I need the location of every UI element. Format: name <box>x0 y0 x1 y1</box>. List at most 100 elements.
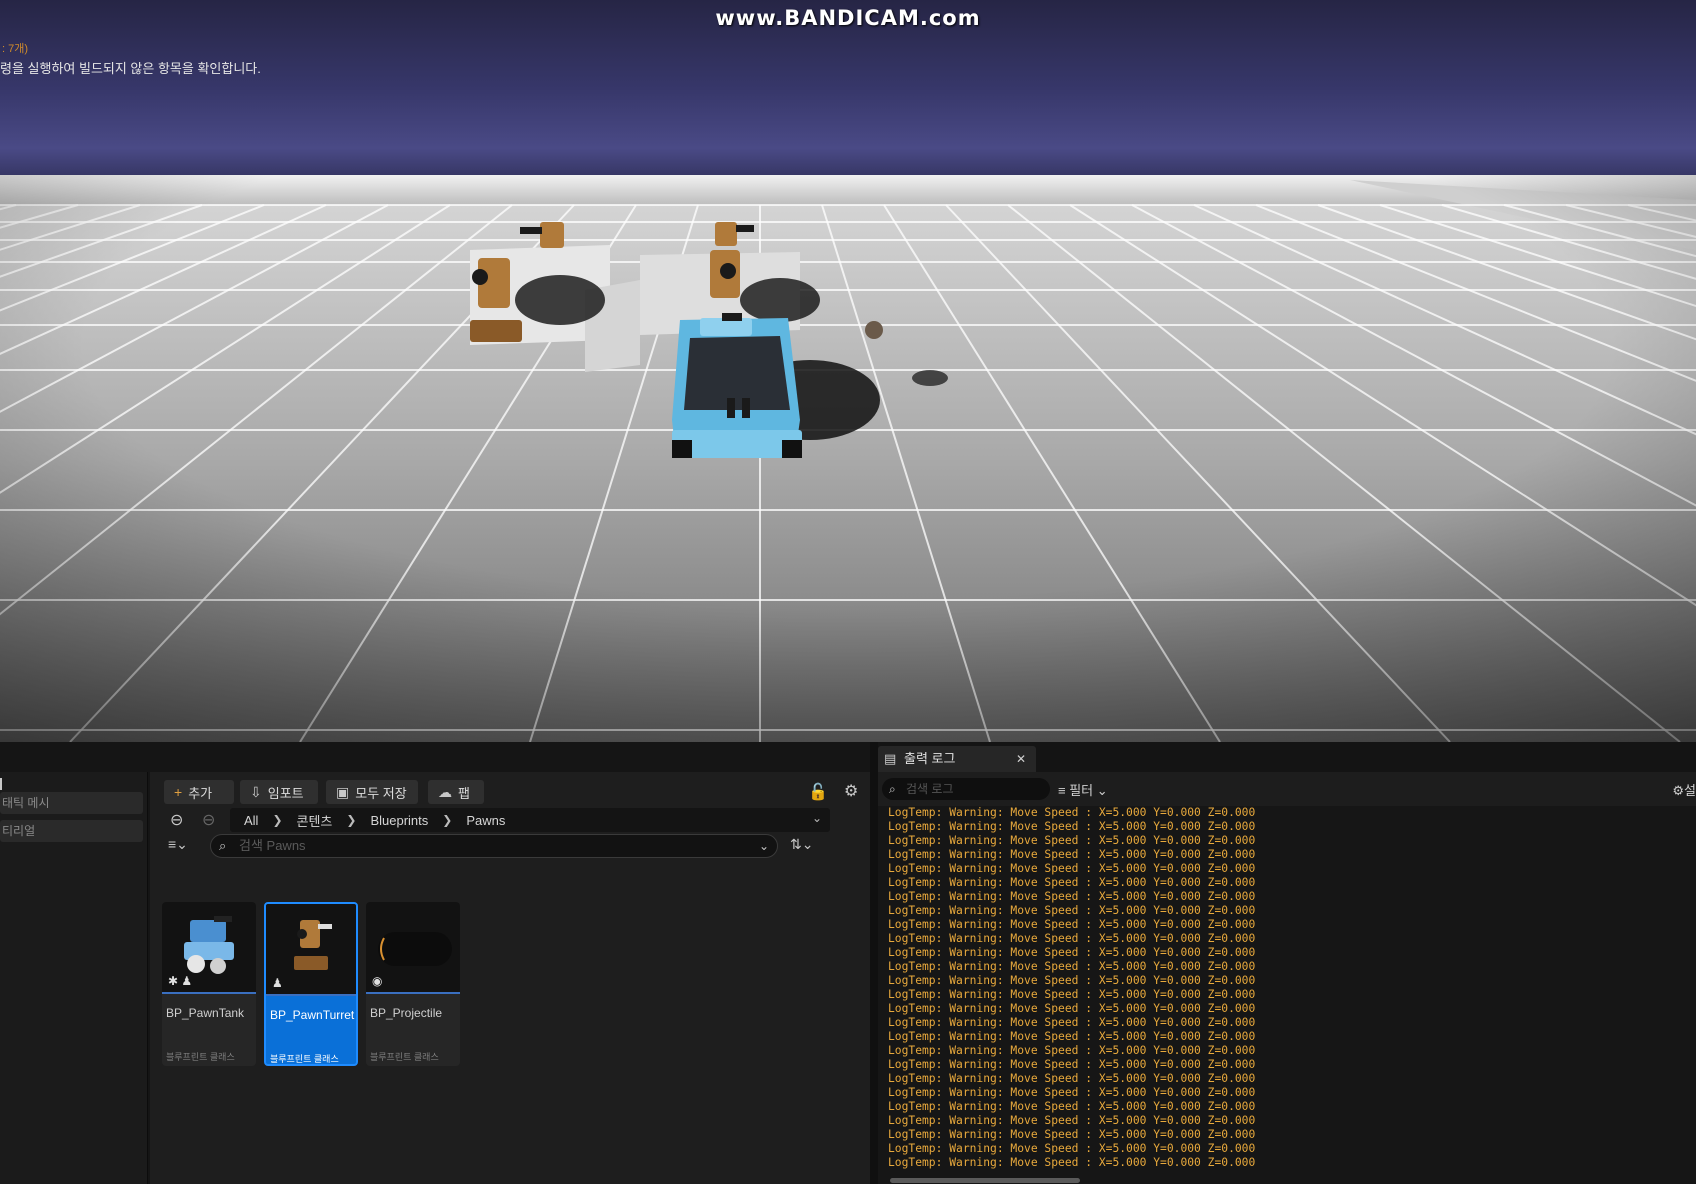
search-icon: ⌕ <box>889 782 896 796</box>
asset-thumbnail: ♟ <box>266 904 356 996</box>
search-icon: ⌕ <box>219 838 227 853</box>
log-line: LogTemp: Warning: Move Speed : X=5.000 Y… <box>888 834 1256 847</box>
chevron-right-icon: ❯ <box>442 813 453 827</box>
log-line: LogTemp: Warning: Move Speed : X=5.000 Y… <box>888 1114 1256 1127</box>
forward-icon[interactable]: ⊖ <box>202 810 215 830</box>
add-button-label: 추가 <box>188 785 213 801</box>
content-browser: + 추가 ⇩ 임포트 ▣ 모두 저장 ☁ 팹 🔓 ⚙ ⊖ ⊖ All ❯ 콘텐츠… <box>150 772 870 1184</box>
log-line: LogTemp: Warning: Move Speed : X=5.000 Y… <box>888 988 1256 1001</box>
log-line: LogTemp: Warning: Move Speed : X=5.000 Y… <box>888 862 1256 875</box>
log-line: LogTemp: Warning: Move Speed : X=5.000 Y… <box>888 1156 1256 1169</box>
bandicam-watermark: www.BANDICAM.com <box>715 6 981 30</box>
panel-splitter[interactable] <box>870 742 878 1184</box>
log-lines: LogTemp: Warning: Move Speed : X=5.000 Y… <box>888 806 1688 1174</box>
tab-output-log[interactable]: ▤ 출력 로그 ✕ <box>878 746 1036 772</box>
asset-thumbnail: ✱ ♟ <box>162 902 256 994</box>
log-line: LogTemp: Warning: Move Speed : X=5.000 Y… <box>888 1142 1256 1155</box>
pawn-badge-icon: ♟ <box>272 976 283 990</box>
log-search-placeholder: 검색 로그 <box>906 782 954 796</box>
panel-edge-marker <box>0 778 2 790</box>
log-line: LogTemp: Warning: Move Speed : X=5.000 Y… <box>888 918 1256 931</box>
import-button[interactable]: ⇩ 임포트 <box>240 780 318 804</box>
asset-search-placeholder: 검색 Pawns <box>239 838 306 853</box>
asset-badge-icon: ✱ ♟ <box>168 974 193 988</box>
sort-icon[interactable]: ⇅⌄ <box>790 836 813 853</box>
output-log-tab-label: 출력 로그 <box>904 751 956 766</box>
breadcrumb-all[interactable]: All <box>244 813 258 828</box>
asset-name: BP_Projectile <box>370 1006 443 1020</box>
asset-search-input[interactable]: ⌕ 검색 Pawns ⌄ <box>210 834 778 858</box>
asset-thumbnail: ◉ <box>366 902 460 994</box>
log-line: LogTemp: Warning: Move Speed : X=5.000 Y… <box>888 960 1256 973</box>
output-log-icon: ▤ <box>884 751 897 766</box>
log-line: LogTemp: Warning: Move Speed : X=5.000 Y… <box>888 1058 1256 1071</box>
log-line: LogTemp: Warning: Move Speed : X=5.000 Y… <box>888 974 1256 987</box>
log-search-input[interactable]: ⌕ 검색 로그 <box>882 778 1050 800</box>
log-line: LogTemp: Warning: Move Speed : X=5.000 Y… <box>888 1072 1256 1085</box>
log-line: LogTemp: Warning: Move Speed : X=5.000 Y… <box>888 1100 1256 1113</box>
log-line: LogTemp: Warning: Move Speed : X=5.000 Y… <box>888 890 1256 903</box>
import-icon: ⇩ <box>250 783 262 800</box>
save-all-button[interactable]: ▣ 모두 저장 <box>326 780 418 804</box>
log-filter-label: 필터 <box>1069 783 1094 798</box>
import-button-label: 임포트 <box>267 785 304 801</box>
asset-tile-bp-projectile[interactable]: ◉ BP_Projectile 블루프린트 클래스 <box>366 902 460 1066</box>
filter-icon: ≡ <box>1058 783 1066 798</box>
breadcrumb-content[interactable]: 콘텐츠 <box>297 811 333 830</box>
back-icon[interactable]: ⊖ <box>170 810 183 830</box>
filter-icon[interactable]: ≡⌄ <box>168 836 188 853</box>
breadcrumb-pawns[interactable]: Pawns <box>466 813 505 828</box>
sources-panel: 태틱 메시 티리얼 <box>0 772 148 1184</box>
output-log-panel: ▤ 출력 로그 ✕ ⌕ 검색 로그 ≡ 필터 ⌄ ⚙설 LogTemp: War… <box>878 742 1696 1184</box>
log-line: LogTemp: Warning: Move Speed : X=5.000 Y… <box>888 806 1256 819</box>
save-icon: ▣ <box>336 783 350 800</box>
save-all-button-label: 모두 저장 <box>355 785 407 801</box>
log-line: LogTemp: Warning: Move Speed : X=5.000 Y… <box>888 946 1256 959</box>
asset-type: 블루프린트 클래스 <box>270 1054 339 1064</box>
log-line: LogTemp: Warning: Move Speed : X=5.000 Y… <box>888 1016 1256 1029</box>
asset-type: 블루프린트 클래스 <box>166 1052 235 1062</box>
log-line: LogTemp: Warning: Move Speed : X=5.000 Y… <box>888 848 1256 861</box>
output-log-toolbar: ⌕ 검색 로그 ≡ 필터 ⌄ ⚙설 <box>878 772 1696 806</box>
asset-name: BP_PawnTank <box>166 1006 245 1020</box>
log-line: LogTemp: Warning: Move Speed : X=5.000 Y… <box>888 932 1256 945</box>
lock-icon[interactable]: 🔓 <box>808 782 828 802</box>
fab-icon: ☁ <box>438 783 452 800</box>
fab-button[interactable]: ☁ 팹 <box>428 780 484 804</box>
log-line: LogTemp: Warning: Move Speed : X=5.000 Y… <box>888 904 1256 917</box>
settings-icon: ⚙ <box>1672 783 1685 798</box>
asset-type: 블루프린트 클래스 <box>370 1052 439 1062</box>
close-icon[interactable]: ✕ <box>1016 746 1026 772</box>
horizontal-scrollbar[interactable] <box>890 1178 1080 1183</box>
log-settings-label: 설 <box>1684 783 1696 798</box>
asset-name: BP_PawnTurret <box>270 1008 355 1022</box>
log-settings-button[interactable]: ⚙설 <box>1672 780 1696 799</box>
log-line: LogTemp: Warning: Move Speed : X=5.000 Y… <box>888 1002 1256 1015</box>
viewport-message-count: : 7개) <box>2 43 29 55</box>
add-button[interactable]: + 추가 <box>164 780 234 804</box>
actor-badge-icon: ◉ <box>372 974 383 988</box>
chevron-down-icon: ⌄ <box>1096 783 1108 798</box>
chevron-right-icon: ❯ <box>272 813 283 827</box>
chevron-right-icon: ❯ <box>346 813 357 827</box>
chevron-down-icon[interactable]: ⌄ <box>759 835 769 857</box>
output-log-tabbar: ▤ 출력 로그 ✕ <box>878 742 1696 772</box>
chevron-down-icon[interactable]: ⌄ <box>812 811 822 825</box>
asset-tile-bp-pawnturret[interactable]: ♟ BP_PawnTurret 블루프린트 클래스 <box>264 902 358 1066</box>
bottom-panels: 태틱 메시 티리얼 + 추가 ⇩ 임포트 ▣ 모두 저장 ☁ 팹 🔓 ⚙ ⊖ ⊖… <box>0 742 1696 1184</box>
log-line: LogTemp: Warning: Move Speed : X=5.000 Y… <box>888 876 1256 889</box>
log-filter-button[interactable]: ≡ 필터 ⌄ <box>1058 780 1108 799</box>
fab-button-label: 팹 <box>458 785 470 801</box>
source-item-static-mesh[interactable]: 태틱 메시 <box>0 792 143 814</box>
settings-icon[interactable]: ⚙ <box>844 781 858 801</box>
log-line: LogTemp: Warning: Move Speed : X=5.000 Y… <box>888 1086 1256 1099</box>
log-line: LogTemp: Warning: Move Speed : X=5.000 Y… <box>888 820 1256 833</box>
plus-icon: + <box>174 784 183 800</box>
source-item-material[interactable]: 티리얼 <box>0 820 143 842</box>
level-viewport[interactable]: www.BANDICAM.com : 7개) 령을 실행하여 빌드되지 않은 항… <box>0 0 1696 742</box>
asset-tile-bp-pawntank[interactable]: ✱ ♟ BP_PawnTank 블루프린트 클래스 <box>162 902 256 1066</box>
breadcrumb: All ❯ 콘텐츠 ❯ Blueprints ❯ Pawns ⌄ <box>230 808 830 832</box>
breadcrumb-blueprints[interactable]: Blueprints <box>370 813 428 828</box>
log-line: LogTemp: Warning: Move Speed : X=5.000 Y… <box>888 1030 1256 1043</box>
viewport-message: 령을 실행하여 빌드되지 않은 항목을 확인합니다. <box>0 61 261 76</box>
